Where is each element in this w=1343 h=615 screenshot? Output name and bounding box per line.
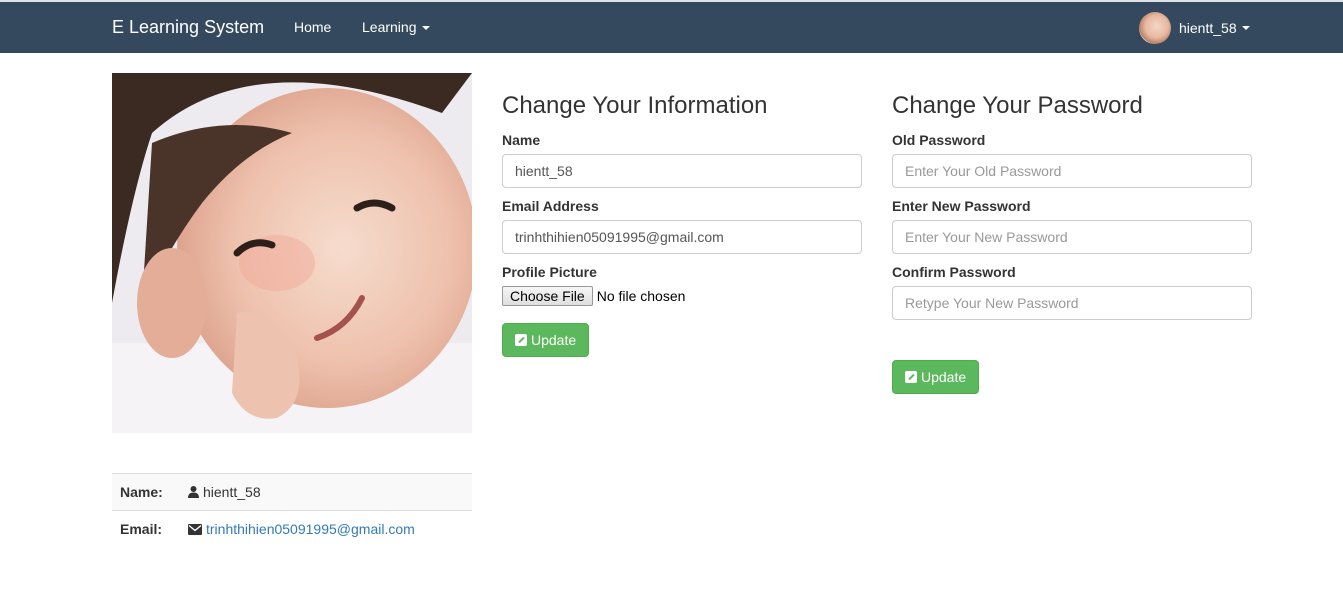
confirm-password-input[interactable]	[892, 286, 1252, 320]
table-row: Name: hientt_58	[112, 473, 472, 511]
file-input: Choose File No file chosen	[502, 286, 862, 306]
name-label: Name:	[112, 473, 180, 511]
update-info-button[interactable]: Update	[502, 323, 590, 357]
picture-field-label: Profile Picture	[502, 264, 597, 280]
email-link[interactable]: trinhthihien05091995@gmail.com	[206, 521, 415, 537]
name-value: hientt_58	[203, 484, 261, 500]
user-name: hientt_58	[1179, 20, 1237, 36]
email-field-label: Email Address	[502, 198, 599, 214]
top-navbar: E Learning System Home Learning hientt_5…	[0, 0, 1343, 53]
change-password-form: Change Your Password Old Password Enter …	[892, 92, 1252, 394]
brand-link[interactable]: E Learning System	[112, 17, 264, 38]
old-password-label: Old Password	[892, 132, 986, 148]
email-input[interactable]	[502, 220, 862, 254]
nav-learning-label: Learning	[362, 19, 417, 35]
name-input[interactable]	[502, 154, 862, 188]
new-password-input[interactable]	[892, 220, 1252, 254]
update-password-label: Update	[921, 369, 967, 385]
profile-info-table: Name: hientt_58 Email: trinhthihien05091…	[112, 473, 472, 548]
envelope-icon	[188, 524, 202, 536]
change-info-title: Change Your Information	[502, 92, 768, 119]
email-cell: trinhthihien05091995@gmail.com	[180, 510, 472, 548]
edit-icon	[905, 371, 917, 383]
change-info-form: Change Your Information Name Email Addre…	[502, 92, 862, 357]
nav-home[interactable]: Home	[294, 19, 331, 35]
nav-learning-dropdown[interactable]: Learning	[362, 19, 430, 35]
update-info-label: Update	[531, 332, 577, 348]
caret-down-icon	[421, 26, 430, 31]
old-password-input[interactable]	[892, 154, 1252, 188]
choose-file-button[interactable]: Choose File	[502, 286, 593, 306]
change-password-title: Change Your Password	[892, 92, 1143, 119]
table-row: Email: trinhthihien05091995@gmail.com	[112, 510, 472, 548]
edit-icon	[515, 334, 527, 346]
profile-photo-image	[112, 73, 472, 433]
confirm-password-label: Confirm Password	[892, 264, 1016, 280]
name-cell: hientt_58	[180, 473, 472, 511]
file-status: No file chosen	[596, 288, 686, 304]
avatar	[1139, 12, 1171, 44]
profile-photo	[112, 73, 472, 433]
user-menu-dropdown[interactable]: hientt_58	[1139, 12, 1250, 44]
name-field-label: Name	[502, 132, 541, 148]
email-label: Email:	[112, 510, 180, 548]
user-icon	[188, 486, 199, 498]
new-password-label: Enter New Password	[892, 198, 1031, 214]
update-password-button[interactable]: Update	[892, 360, 980, 394]
caret-down-icon	[1241, 26, 1250, 30]
